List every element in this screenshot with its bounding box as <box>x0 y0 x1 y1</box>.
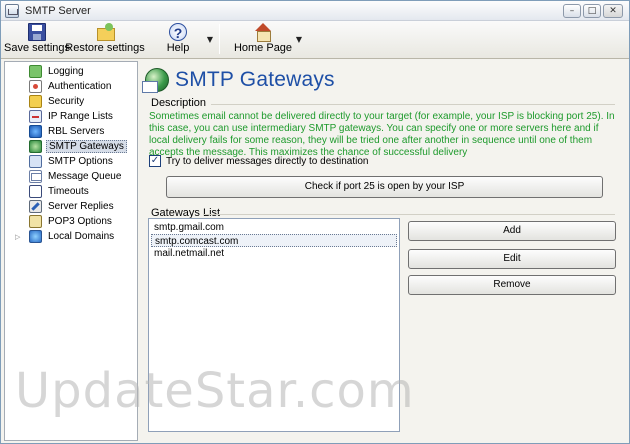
check-port-25-button[interactable]: Check if port 25 is open by your ISP <box>166 176 603 198</box>
help-dropdown-arrow[interactable]: ▼ <box>205 21 215 57</box>
remove-gateway-button[interactable]: Remove <box>408 275 616 295</box>
gateway-list-item[interactable]: mail.netmail.net <box>151 247 397 260</box>
sidebar-item-label: Server Replies <box>48 201 114 212</box>
gateways-listbox[interactable]: smtp.gmail.com smtp.comcast.com mail.net… <box>148 218 400 432</box>
domains-icon <box>29 230 42 243</box>
app-window: SMTP Server – □ ✕ Save settings Restore … <box>0 0 630 444</box>
sidebar-item-rbl-servers[interactable]: RBL Servers <box>5 124 106 139</box>
sidebar-item-label: RBL Servers <box>48 126 105 137</box>
sidebar-item-smtp-gateways[interactable]: SMTP Gateways <box>5 139 127 154</box>
sidebar-item-smtp-options[interactable]: SMTP Options <box>5 154 115 169</box>
home-page-dropdown-arrow[interactable]: ▼ <box>294 21 304 57</box>
reply-icon <box>29 200 42 213</box>
sidebar-item-label: SMTP Gateways <box>46 140 127 153</box>
options-icon <box>29 155 42 168</box>
close-button[interactable]: ✕ <box>603 4 623 18</box>
direct-delivery-label[interactable]: Try to deliver messages directly to dest… <box>166 156 369 167</box>
gateway-list-item[interactable]: smtp.gmail.com <box>151 221 397 234</box>
panel-header: SMTP Gateways <box>142 65 335 95</box>
gateway-list-item[interactable]: smtp.comcast.com <box>151 234 397 247</box>
logging-icon <box>29 65 42 78</box>
help-button[interactable]: ? Help <box>151 21 205 57</box>
sidebar-item-authentication[interactable]: Authentication <box>5 79 113 94</box>
open-folder-icon <box>96 23 115 41</box>
app-icon <box>5 3 19 18</box>
description-divider <box>211 104 615 105</box>
sidebar-item-timeouts[interactable]: Timeouts <box>5 184 91 199</box>
sidebar-item-label: Message Queue <box>48 171 122 182</box>
sidebar-item-ip-range-lists[interactable]: IP Range Lists <box>5 109 115 124</box>
sidebar-item-label: Logging <box>48 66 84 77</box>
sidebar-item-logging[interactable]: Logging <box>5 64 86 79</box>
sidebar-item-local-domains[interactable]: ▷ Local Domains <box>5 229 116 244</box>
gateway-icon <box>29 140 42 153</box>
lock-icon <box>29 95 42 108</box>
gateway-globe-icon <box>142 68 169 93</box>
toolbar-separator <box>219 24 220 54</box>
window-title: SMTP Server <box>25 4 91 17</box>
sidebar-item-label: Local Domains <box>48 231 115 242</box>
direct-delivery-option[interactable]: ✓ Try to deliver messages directly to de… <box>149 155 369 167</box>
title-bar[interactable]: SMTP Server – □ ✕ <box>1 1 629 21</box>
window-controls: – □ ✕ <box>563 4 623 18</box>
settings-tree[interactable]: Logging Authentication Security IP Range… <box>4 61 138 441</box>
page-title: SMTP Gateways <box>175 68 335 91</box>
sidebar-item-label: Timeouts <box>48 186 89 197</box>
minimize-button[interactable]: – <box>563 4 581 18</box>
home-page-button[interactable]: Home Page <box>232 21 294 57</box>
authentication-icon <box>29 80 42 93</box>
direct-delivery-checkbox[interactable]: ✓ <box>149 155 161 167</box>
home-page-label: Home Page <box>233 42 293 54</box>
queue-icon <box>29 170 42 183</box>
expand-arrow-icon[interactable]: ▷ <box>15 233 20 241</box>
sidebar-item-security[interactable]: Security <box>5 94 86 109</box>
gateways-divider <box>203 214 615 215</box>
toolbar: Save settings Restore settings ? Help ▼ … <box>1 21 629 59</box>
clock-icon <box>29 185 42 198</box>
ip-list-icon <box>29 110 42 123</box>
save-settings-button[interactable]: Save settings <box>3 21 71 57</box>
smtp-gateways-panel: SMTP Gateways Description Sometimes emai… <box>141 61 627 441</box>
home-icon <box>254 23 272 42</box>
help-label: Help <box>166 42 190 54</box>
floppy-disk-icon <box>28 23 46 41</box>
save-settings-label: Save settings <box>3 42 71 54</box>
help-icon: ? <box>169 23 187 41</box>
sidebar-item-message-queue[interactable]: Message Queue <box>5 169 123 184</box>
sidebar-item-label: SMTP Options <box>48 156 113 167</box>
restore-settings-label: Restore settings <box>65 42 145 54</box>
restore-settings-button[interactable]: Restore settings <box>65 21 145 57</box>
edit-gateway-button[interactable]: Edit <box>408 249 616 269</box>
sidebar-item-label: Security <box>48 96 85 107</box>
pop3-icon <box>29 215 42 228</box>
globe-icon <box>29 125 42 138</box>
add-gateway-button[interactable]: Add <box>408 221 616 241</box>
sidebar-item-label: IP Range Lists <box>48 111 113 122</box>
sidebar-item-label: Authentication <box>48 81 112 92</box>
sidebar-item-pop3-options[interactable]: POP3 Options <box>5 214 114 229</box>
sidebar-item-server-replies[interactable]: Server Replies <box>5 199 116 214</box>
description-group-label: Description <box>151 97 207 109</box>
description-text: Sometimes email cannot be delivered dire… <box>149 111 615 158</box>
maximize-button[interactable]: □ <box>583 4 601 18</box>
sidebar-item-label: POP3 Options <box>48 216 112 227</box>
